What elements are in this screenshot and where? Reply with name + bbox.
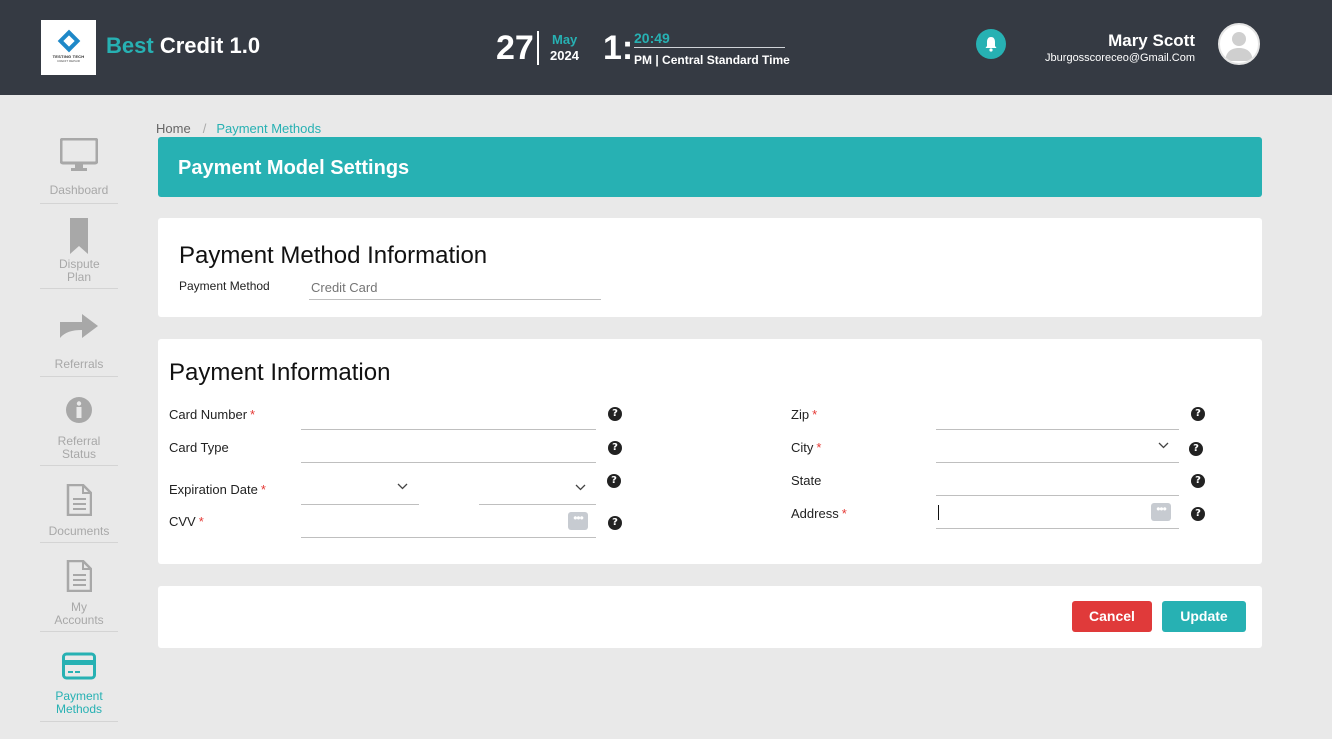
address-help-icon[interactable]: ? xyxy=(1191,507,1205,521)
zip-input[interactable] xyxy=(936,429,1179,430)
breadcrumb-separator: / xyxy=(202,121,207,136)
payment-information-card: Payment Information Card Number * ? Card … xyxy=(158,339,1262,564)
monitor-icon xyxy=(60,138,98,171)
payment-method-input[interactable] xyxy=(309,276,601,300)
app-title: Best Credit 1.0 xyxy=(106,33,260,59)
logo-mark-icon xyxy=(57,29,80,52)
card-type-label: Card Type xyxy=(169,440,229,455)
chevron-down-icon[interactable] xyxy=(397,483,408,490)
notifications-button[interactable] xyxy=(976,29,1006,59)
address-input[interactable] xyxy=(936,528,1179,529)
zip-label: Zip * xyxy=(791,407,818,422)
breadcrumb: Home / Payment Methods xyxy=(156,121,321,136)
chevron-down-icon[interactable] xyxy=(1158,442,1169,449)
sidebar-item-dashboard[interactable]: Dashboard xyxy=(40,138,118,204)
user-email: Jburgosscoreceo@Gmail.Com xyxy=(1045,52,1195,64)
card-number-input[interactable] xyxy=(301,429,596,430)
date-year: 2024 xyxy=(550,48,579,63)
address-autofill-icon[interactable]: ••• xyxy=(1151,503,1171,521)
sidebar-item-label: Referral Status xyxy=(57,434,101,461)
info-icon xyxy=(66,397,92,423)
city-help-icon[interactable]: ? xyxy=(1189,442,1203,456)
page-header-banner: Payment Model Settings xyxy=(158,137,1262,197)
state-help-icon[interactable]: ? xyxy=(1191,474,1205,488)
time-divider xyxy=(634,47,785,48)
date-divider xyxy=(537,31,539,65)
bookmark-icon xyxy=(70,218,88,254)
cancel-button[interactable]: Cancel xyxy=(1072,601,1152,632)
state-label: State xyxy=(791,473,822,488)
cvv-label: CVV * xyxy=(169,514,204,529)
text-cursor xyxy=(938,505,939,520)
sidebar-item-label: Documents xyxy=(48,524,110,538)
address-label: Address * xyxy=(791,506,847,521)
card-number-label: Card Number * xyxy=(169,407,256,422)
bell-icon xyxy=(985,37,997,52)
state-input[interactable] xyxy=(936,495,1179,496)
expiration-month-select[interactable] xyxy=(301,504,419,505)
breadcrumb-current[interactable]: Payment Methods xyxy=(216,121,321,136)
payment-method-card: Payment Method Information Payment Metho… xyxy=(158,218,1262,317)
time-minutes: 20:49 xyxy=(634,30,670,46)
sidebar-item-label: Payment Methods xyxy=(55,689,103,716)
sidebar-item-my-accounts[interactable]: My Accounts xyxy=(40,560,118,632)
sidebar-item-dispute-plan[interactable]: Dispute Plan xyxy=(40,218,118,289)
payment-information-section-title: Payment Information xyxy=(169,359,391,386)
user-avatar[interactable] xyxy=(1218,23,1260,65)
chevron-down-icon[interactable] xyxy=(575,484,586,491)
sidebar-item-label: Dashboard xyxy=(49,183,109,197)
cvv-help-icon[interactable]: ? xyxy=(608,516,622,530)
date-month: May xyxy=(552,32,578,47)
document-icon xyxy=(66,560,92,592)
expiration-date-label: Expiration Date * xyxy=(169,482,266,497)
expiration-year-select[interactable] xyxy=(479,504,596,505)
share-arrow-icon xyxy=(60,314,98,338)
sidebar-item-label: Referrals xyxy=(54,357,104,371)
zip-help-icon[interactable]: ? xyxy=(1191,407,1205,421)
sidebar-item-payment-methods[interactable]: Payment Methods xyxy=(40,652,118,722)
user-name: Mary Scott xyxy=(1108,31,1195,50)
time-zone: PM | Central Standard Time xyxy=(634,53,790,67)
top-bar: TESTING TECH CREDIT REPAIR Best Credit 1… xyxy=(0,0,1332,95)
breadcrumb-home-link[interactable]: Home xyxy=(156,121,191,136)
expiration-date-help-icon[interactable]: ? xyxy=(607,474,621,488)
logo-subtext: CREDIT REPAIR xyxy=(57,58,80,63)
update-button[interactable]: Update xyxy=(1162,601,1246,632)
cvv-autofill-icon[interactable]: ••• xyxy=(568,512,588,530)
city-label: City * xyxy=(791,440,822,455)
card-number-help-icon[interactable]: ? xyxy=(608,407,622,421)
city-select[interactable] xyxy=(936,462,1179,463)
payment-method-section-title: Payment Method Information xyxy=(179,242,488,269)
card-type-help-icon[interactable]: ? xyxy=(608,441,622,455)
document-icon xyxy=(66,484,92,516)
company-logo[interactable]: TESTING TECH CREDIT REPAIR xyxy=(41,20,96,75)
page-title: Payment Model Settings xyxy=(178,157,410,179)
app-title-accent: Best xyxy=(106,33,154,58)
credit-card-icon xyxy=(62,652,96,680)
sidebar-item-referral-status[interactable]: Referral Status xyxy=(40,396,118,466)
actions-card: Cancel Update xyxy=(158,586,1262,648)
payment-method-label: Payment Method xyxy=(179,279,270,293)
user-icon xyxy=(1225,32,1253,61)
sidebar-item-label: My Accounts xyxy=(54,600,104,627)
sidebar-item-documents[interactable]: Documents xyxy=(40,484,118,543)
app-title-rest: Credit 1.0 xyxy=(159,33,261,58)
time-hour: 1: xyxy=(603,29,634,67)
sidebar-item-referrals[interactable]: Referrals xyxy=(40,312,118,377)
cvv-input[interactable] xyxy=(301,537,596,538)
date-day: 27 xyxy=(496,29,534,67)
card-type-input[interactable] xyxy=(301,462,596,463)
sidebar-item-label: Dispute Plan xyxy=(59,257,100,284)
